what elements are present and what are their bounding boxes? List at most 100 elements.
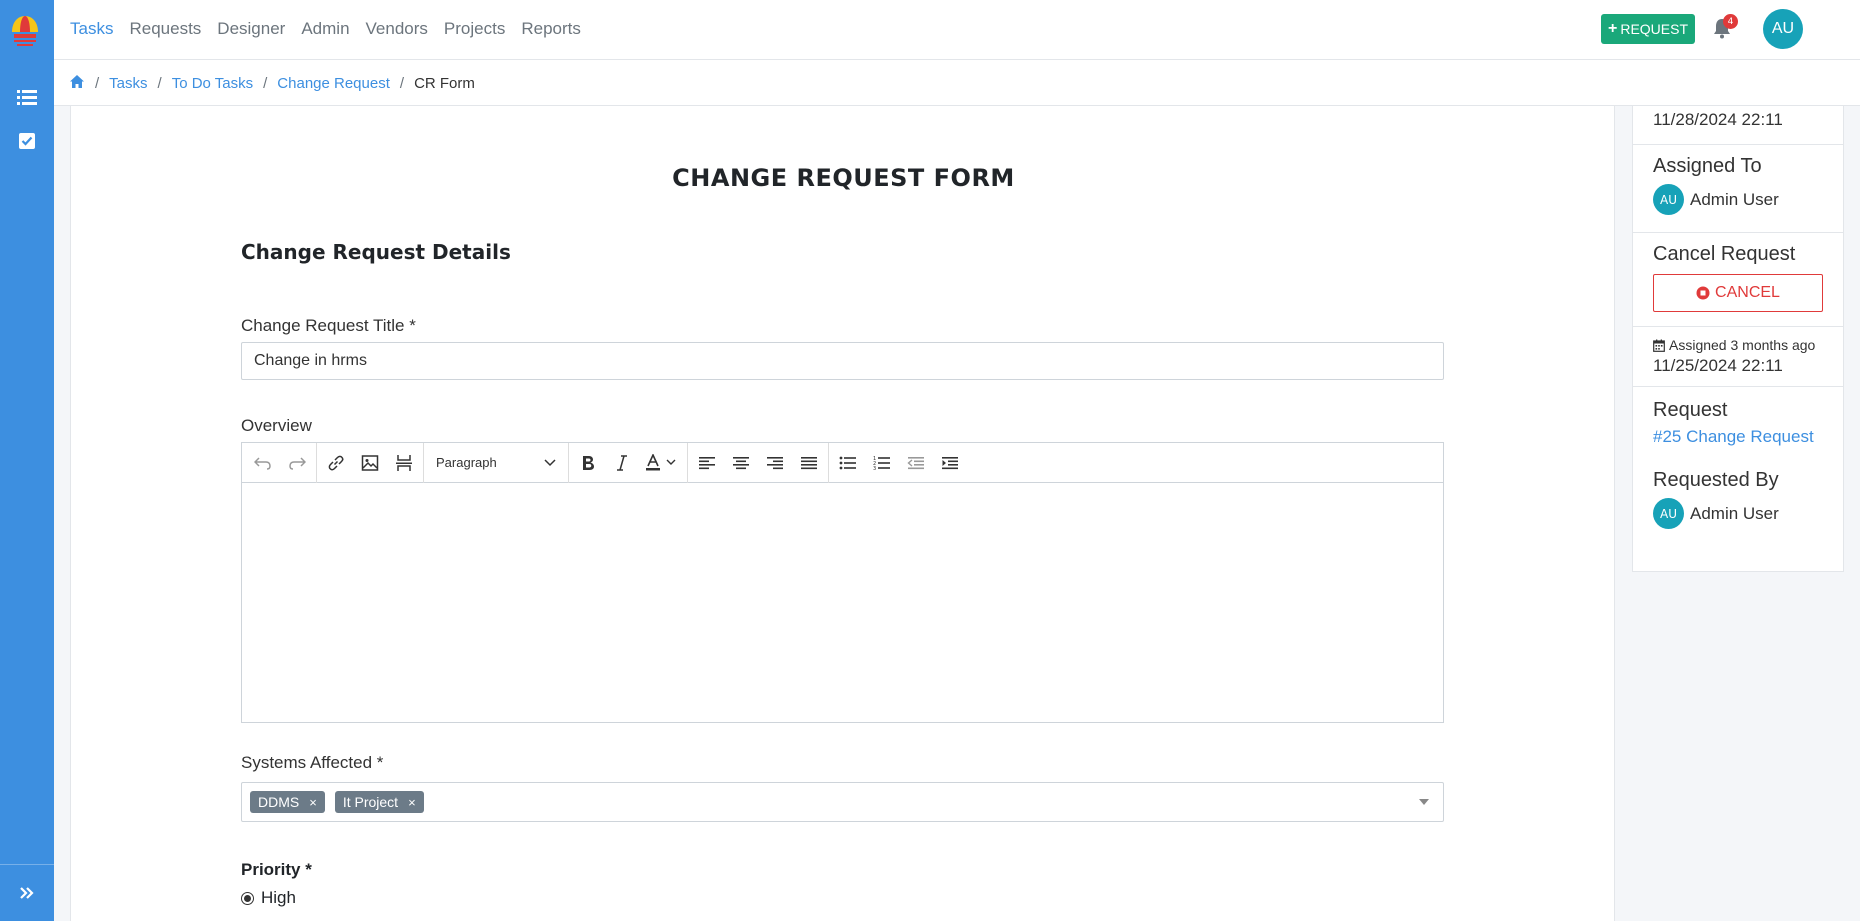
overview-editor-content[interactable] (242, 483, 1443, 722)
align-justify-icon[interactable] (792, 447, 826, 479)
overview-label: Overview (241, 416, 312, 435)
calendar-icon (1653, 339, 1665, 352)
bulleted-list-icon[interactable] (831, 447, 865, 479)
app-logo[interactable] (8, 12, 42, 52)
cr-title-label: Change Request Title * (241, 316, 416, 335)
breadcrumb-separator: / (95, 74, 100, 92)
avatar: AU (1653, 498, 1684, 529)
redo-icon[interactable] (280, 447, 314, 479)
priority-option-high[interactable]: High (241, 888, 296, 908)
align-center-icon[interactable] (724, 447, 758, 479)
svg-text:3: 3 (873, 466, 876, 471)
block-format-select[interactable]: Paragraph (426, 447, 566, 479)
toolbar-divider (828, 442, 829, 483)
nav-reports[interactable]: Reports (521, 19, 581, 39)
checkbox-icon[interactable] (14, 128, 40, 154)
italic-icon[interactable] (605, 447, 639, 479)
toolbar-divider (423, 442, 424, 483)
new-request-button[interactable]: + REQUEST (1601, 14, 1695, 44)
breadcrumb: / Tasks / To Do Tasks / Change Request /… (69, 60, 475, 106)
bold-icon[interactable] (571, 447, 605, 479)
left-sidebar (0, 0, 54, 921)
assigned-ago-text: Assigned 3 months ago (1669, 337, 1816, 353)
cancel-button-label: CANCEL (1715, 284, 1780, 301)
list-icon[interactable] (14, 85, 40, 111)
assigned-to-section: Assigned To AU Admin User (1633, 145, 1843, 233)
font-color-icon[interactable] (639, 447, 685, 479)
cr-title-value: Change in hrms (254, 352, 367, 369)
toolbar-divider (568, 442, 569, 483)
nav-requests[interactable]: Requests (129, 19, 201, 39)
breadcrumb-separator: / (399, 74, 405, 92)
requested-by-user: AU Admin User (1653, 498, 1823, 529)
caret-down-icon[interactable] (1419, 799, 1429, 805)
systems-affected-label: Systems Affected * (241, 753, 384, 772)
chevron-down-icon (544, 455, 556, 470)
image-icon[interactable] (353, 447, 387, 479)
systems-affected-select[interactable]: DDMS × It Project × (241, 782, 1444, 822)
numbered-list-icon[interactable]: 123 (865, 447, 899, 479)
assigned-to-name: Admin User (1690, 189, 1779, 209)
main-nav: Tasks Requests Designer Admin Vendors Pr… (70, 0, 597, 58)
outdent-icon[interactable] (899, 447, 933, 479)
cancel-request-button[interactable]: CANCEL (1653, 274, 1823, 312)
breadcrumb-separator: / (263, 74, 268, 92)
expand-sidebar-icon[interactable] (14, 880, 40, 906)
toolbar-divider (316, 442, 317, 483)
assigned-to-heading: Assigned To (1653, 155, 1762, 177)
cr-title-input[interactable]: Change in hrms (241, 342, 1444, 380)
assigned-time-section: Assigned 3 months ago 11/25/2024 22:11 (1633, 327, 1843, 387)
home-icon[interactable] (69, 74, 85, 93)
nav-vendors[interactable]: Vendors (366, 19, 428, 39)
breadcrumb-separator: / (157, 74, 162, 92)
sidebar-divider (0, 864, 54, 865)
undo-icon[interactable] (246, 447, 280, 479)
breadcrumb-current: CR Form (414, 74, 475, 92)
plus-icon: + (1607, 20, 1618, 37)
stop-circle-icon (1696, 286, 1710, 300)
link-icon[interactable] (319, 447, 353, 479)
indent-icon[interactable] (933, 447, 967, 479)
align-right-icon[interactable] (758, 447, 792, 479)
radio-button[interactable] (241, 891, 254, 905)
new-request-label: REQUEST (1620, 21, 1689, 37)
radio-selected-dot (244, 894, 251, 902)
form-panel: CHANGE REQUEST FORM Change Request Detai… (70, 106, 1615, 921)
request-link[interactable]: #25 Change Request (1653, 427, 1823, 447)
section-title: Change Request Details (241, 240, 511, 264)
breadcrumb-tasks[interactable]: Tasks (109, 75, 147, 92)
remove-tag-icon[interactable]: × (408, 795, 416, 810)
nav-tasks[interactable]: Tasks (70, 19, 113, 39)
assigned-ago: Assigned 3 months ago (1653, 337, 1823, 353)
block-format-value: Paragraph (436, 455, 497, 470)
nav-designer[interactable]: Designer (217, 19, 285, 39)
created-date-section: 11/28/2024 22:11 (1633, 106, 1843, 145)
breadcrumb-bar: / Tasks / To Do Tasks / Change Request /… (54, 60, 1860, 106)
cancel-request-heading: Cancel Request (1653, 243, 1796, 265)
tag-label: It Project (342, 794, 399, 810)
breadcrumb-change-request[interactable]: Change Request (277, 75, 390, 92)
page-break-icon[interactable] (387, 447, 421, 479)
remove-tag-icon[interactable]: × (309, 795, 317, 810)
tag-it-project: It Project × (334, 791, 424, 813)
requested-by-heading: Requested By (1653, 469, 1779, 491)
request-heading: Request (1653, 399, 1728, 421)
nav-projects[interactable]: Projects (444, 19, 505, 39)
request-section: Request #25 Change Request (1633, 387, 1843, 467)
breadcrumb-todo-tasks[interactable]: To Do Tasks (172, 75, 253, 92)
requested-by-name: Admin User (1690, 503, 1779, 523)
editor-toolbar: Paragraph 1 2 3 (242, 442, 1443, 483)
avatar: AU (1653, 184, 1684, 215)
overview-rich-text-editor: Paragraph 1 2 3 (241, 442, 1444, 723)
align-left-icon[interactable] (690, 447, 724, 479)
tag-label: DDMS (258, 794, 300, 810)
priority-option-label: High (261, 888, 296, 907)
assigned-date: 11/25/2024 22:11 (1653, 356, 1783, 375)
user-avatar[interactable]: AU (1763, 9, 1803, 49)
notification-count-badge: 4 (1723, 14, 1738, 29)
created-date: 11/28/2024 22:11 (1653, 110, 1783, 129)
requested-by-section: Requested By AU Admin User (1633, 467, 1843, 567)
toolbar-divider (687, 442, 688, 483)
tag-ddms: DDMS × (250, 791, 325, 813)
nav-admin[interactable]: Admin (301, 19, 349, 39)
